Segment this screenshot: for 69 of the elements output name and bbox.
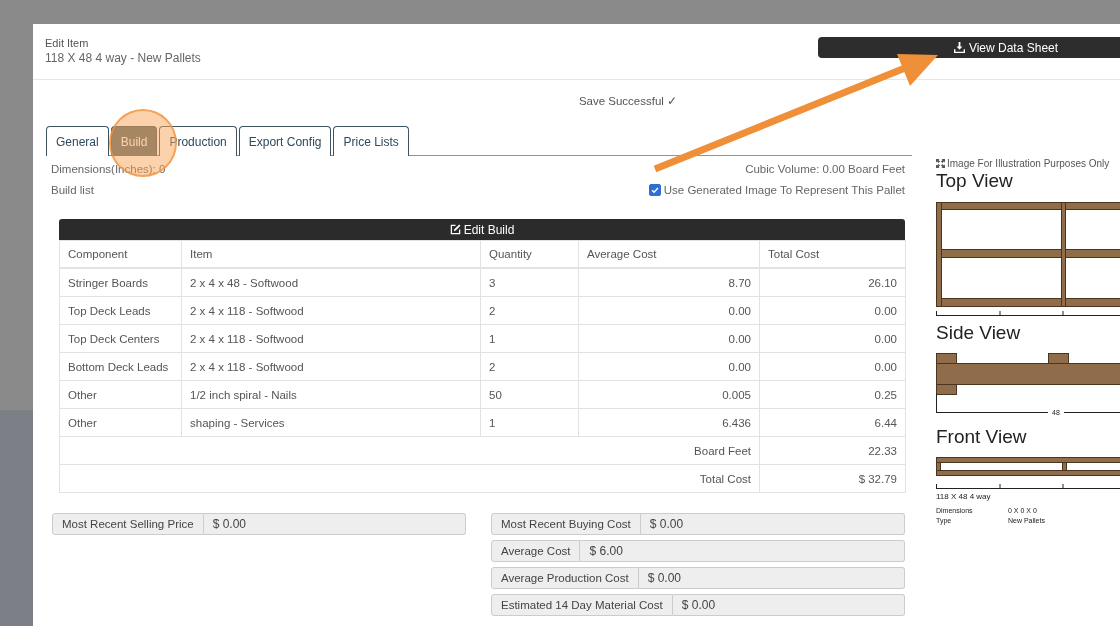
table-cell: 2 x 4 x 118 - Softwood — [181, 352, 481, 381]
table-cell: 6.436 — [578, 408, 760, 437]
table-cell: 1 — [480, 324, 579, 353]
table-cell: 2 x 4 x 118 - Softwood — [181, 324, 481, 353]
value-field[interactable]: $ 0.00 — [203, 513, 466, 535]
column-header: Total Cost — [759, 240, 906, 268]
table-cell: Other — [59, 380, 182, 409]
tab[interactable]: General — [46, 126, 109, 156]
table-cell: Top Deck Leads — [59, 296, 182, 325]
table-cell: 26.10 — [759, 268, 906, 297]
table-cell: 2 x 4 x 118 - Softwood — [181, 296, 481, 325]
table-cell: 2 — [480, 352, 579, 381]
status-message: Save Successful ✓ — [578, 94, 678, 109]
column-header: Quantity — [480, 240, 579, 268]
view-data-sheet-button[interactable]: View Data Sheet — [818, 37, 1120, 58]
summary-value: 22.33 — [759, 436, 906, 465]
summary-label: Board Feet — [59, 436, 760, 465]
table-cell: 0.25 — [759, 380, 906, 409]
table-cell: 1/2 inch spiral - Nails — [181, 380, 481, 409]
section-label: Build list — [51, 184, 94, 196]
table-cell: 2 x 4 x 48 - Softwood — [181, 268, 481, 297]
pallet-caption: 118 X 48 4 way — [936, 492, 992, 502]
cost-label: Estimated 14 Day Material Cost — [491, 594, 673, 616]
value-field[interactable]: $ 6.00 — [580, 540, 905, 562]
cost-label: Most Recent Selling Price — [52, 513, 204, 535]
table-cell: 0.00 — [578, 296, 760, 325]
table-cell: 50 — [480, 380, 579, 409]
table-cell: 0.00 — [578, 352, 760, 381]
view-title: Top View — [936, 170, 1014, 192]
dialog-title: Edit Item — [45, 36, 90, 51]
table-cell: Other — [59, 408, 182, 437]
summary-value: $ 32.79 — [759, 464, 906, 493]
table-cell: Bottom Deck Leads — [59, 352, 182, 381]
download-icon — [953, 42, 965, 53]
tab[interactable]: Price Lists — [333, 126, 409, 156]
column-header: Item — [181, 240, 481, 268]
table-cell: Stringer Boards — [59, 268, 182, 297]
view-title: Side View — [936, 322, 1022, 344]
edit-build-button[interactable]: Edit Build — [59, 219, 905, 240]
summary-label: Total Cost — [59, 464, 760, 493]
cost-label: Average Cost — [491, 540, 581, 562]
value-field[interactable]: $ 0.00 — [638, 567, 905, 589]
table-cell: 1 — [480, 408, 579, 437]
checkbox-label: Use Generated Image To Represent This Pallet — [663, 184, 905, 196]
tab[interactable]: Export Config — [238, 126, 332, 156]
column-header: Component — [59, 240, 182, 268]
table-cell: 0.00 — [578, 324, 760, 353]
cost-label: Average Production Cost — [491, 567, 639, 589]
table-cell: 8.70 — [578, 268, 760, 297]
cost-label: Most Recent Buying Cost — [491, 513, 641, 535]
table-cell: 0.00 — [759, 324, 906, 353]
table-cell: Top Deck Centers — [59, 324, 182, 353]
table-cell: 2 — [480, 296, 579, 325]
table-cell: 0.005 — [578, 380, 760, 409]
table-cell: 0.00 — [759, 296, 906, 325]
edit-icon — [449, 224, 461, 235]
value-field[interactable]: $ 0.00 — [672, 594, 905, 616]
item-name: 118 X 48 4 way - New Pallets — [45, 51, 201, 66]
checkbox[interactable] — [648, 184, 661, 196]
value-field[interactable]: $ 0.00 — [640, 513, 905, 535]
table-cell: shaping - Services — [181, 408, 481, 437]
expand-icon — [936, 158, 945, 168]
table-cell: 3 — [480, 268, 579, 297]
view-title: Front View — [936, 426, 1028, 448]
table-cell: 0.00 — [759, 352, 906, 381]
column-header: Average Cost — [578, 240, 760, 268]
illustration-note: Image For Illustration Purposes Only — [947, 157, 1110, 169]
table-cell: 6.44 — [759, 408, 906, 437]
cubic-volume-text: Cubic Volume: 0.00 Board Feet — [745, 163, 905, 175]
